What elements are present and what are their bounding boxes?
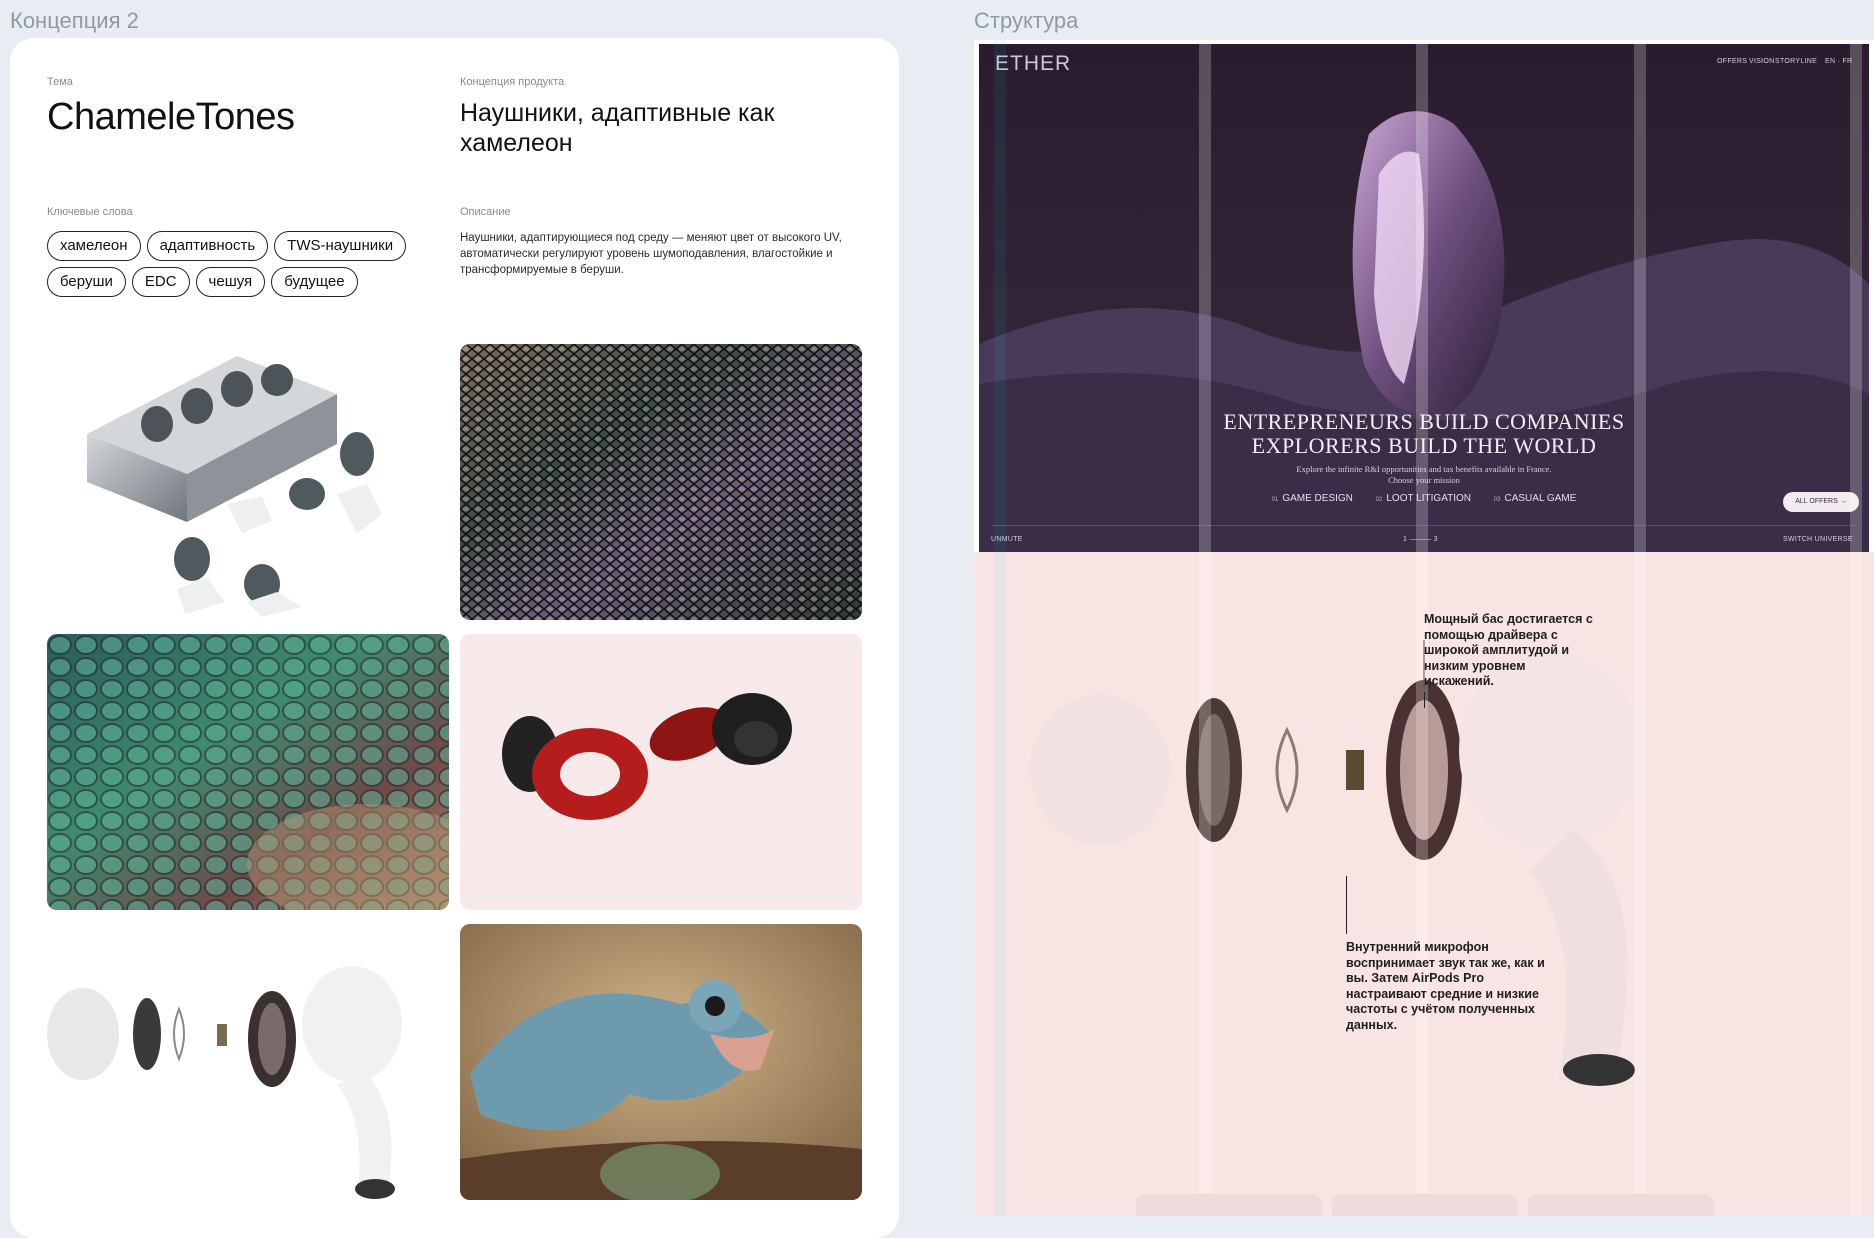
keyword-chip[interactable]: хамелеон bbox=[47, 231, 141, 261]
phone-card bbox=[1528, 1194, 1714, 1216]
mic-annotation-pointer bbox=[1346, 876, 1347, 934]
hero-headline-line-1: ENTREPRENEURS BUILD COMPANIES bbox=[1223, 409, 1625, 434]
keyword-chip[interactable]: будущее bbox=[271, 267, 358, 297]
structure-frame: ETHER OFFERS VISION STORYLINE EN · FR EN… bbox=[974, 40, 1874, 1216]
snake-scales-photo bbox=[460, 344, 862, 620]
mic-annotation: Внутренний микрофон воспринимает звук та… bbox=[1346, 940, 1545, 1032]
unmute-button[interactable]: UNMUTE bbox=[991, 536, 1023, 543]
keyword-chip[interactable]: беруши bbox=[47, 267, 126, 297]
product-title: Наушники, адаптивные как хамелеон bbox=[460, 99, 775, 157]
keyword-chips: хамелеон адаптивность TWS-наушники беруш… bbox=[47, 231, 427, 297]
theme-label: Тема bbox=[47, 76, 73, 88]
mission-item[interactable]: 03 CASUAL GAME bbox=[1494, 493, 1577, 504]
hero-subtitle-line-1: Explore the infinite R&I opportunities a… bbox=[1296, 464, 1552, 474]
keyword-chip[interactable]: чешуя bbox=[195, 267, 266, 297]
hero-banner: ETHER OFFERS VISION STORYLINE EN · FR EN… bbox=[979, 44, 1869, 552]
bass-annotation: Мощный бас достигается с помощью драйвер… bbox=[1424, 612, 1593, 688]
phone-card bbox=[1332, 1194, 1518, 1216]
hero-mission-list: 01 GAME DESIGN 02 LOOT LITIGATION 03 CASUAL… bbox=[979, 493, 1869, 504]
keywords-label: Ключевые слова bbox=[47, 206, 133, 218]
earplug-case-photo bbox=[47, 344, 449, 620]
mission-item[interactable]: 02 LOOT LITIGATION bbox=[1376, 493, 1471, 504]
bass-annotation-pointer bbox=[1424, 692, 1425, 708]
hero-nav-offers[interactable]: OFFERS bbox=[1717, 58, 1747, 65]
keyword-chip[interactable]: адаптивность bbox=[146, 231, 269, 261]
hero-logo[interactable]: ETHER bbox=[995, 52, 1071, 76]
hero-pager[interactable]: 1 ——— 3 bbox=[1403, 536, 1438, 543]
hero-divider bbox=[991, 525, 1857, 526]
theme-title: ChameleTones bbox=[47, 96, 295, 138]
mission-item[interactable]: 01 GAME DESIGN bbox=[1272, 493, 1353, 504]
hero-subtitle: Explore the infinite R&I opportunities a… bbox=[979, 464, 1869, 486]
frame-label-structure: Структура bbox=[974, 8, 1079, 33]
red-earplugs-photo bbox=[460, 634, 862, 910]
description-label: Описание bbox=[460, 206, 511, 218]
chameleon-photo bbox=[460, 924, 862, 1200]
airpods-exploded-photo bbox=[47, 924, 449, 1200]
hero-headline: ENTREPRENEURS BUILD COMPANIES EXPLORERS … bbox=[979, 410, 1869, 458]
hero-subtitle-line-2: Choose your mission bbox=[1388, 475, 1460, 485]
switch-universe-button[interactable]: SWITCH UNIVERSE bbox=[1783, 536, 1853, 543]
frame-label-concept: Концепция 2 bbox=[10, 8, 139, 33]
product-label: Концепция продукта bbox=[460, 76, 565, 88]
keyword-chip[interactable]: EDC bbox=[131, 267, 190, 297]
hero-nav-vision[interactable]: VISION bbox=[1749, 58, 1775, 65]
phone-card bbox=[1136, 1194, 1322, 1216]
keyword-chip[interactable]: TWS-наушники bbox=[274, 231, 407, 261]
hero-nav-storyline[interactable]: STORYLINE bbox=[1775, 58, 1817, 65]
hero-nav-language[interactable]: EN · FR bbox=[1825, 58, 1852, 65]
concept-card: Тема ChameleTones Концепция продукта Нау… bbox=[10, 38, 899, 1238]
description-text: Наушники, адаптирующиеся под среду — мен… bbox=[460, 232, 842, 276]
all-offers-button[interactable]: ALL OFFERS → bbox=[1783, 492, 1859, 512]
hero-headline-line-2: EXPLORERS BUILD THE WORLD bbox=[1251, 433, 1597, 458]
chameleon-skin-photo bbox=[47, 634, 449, 910]
